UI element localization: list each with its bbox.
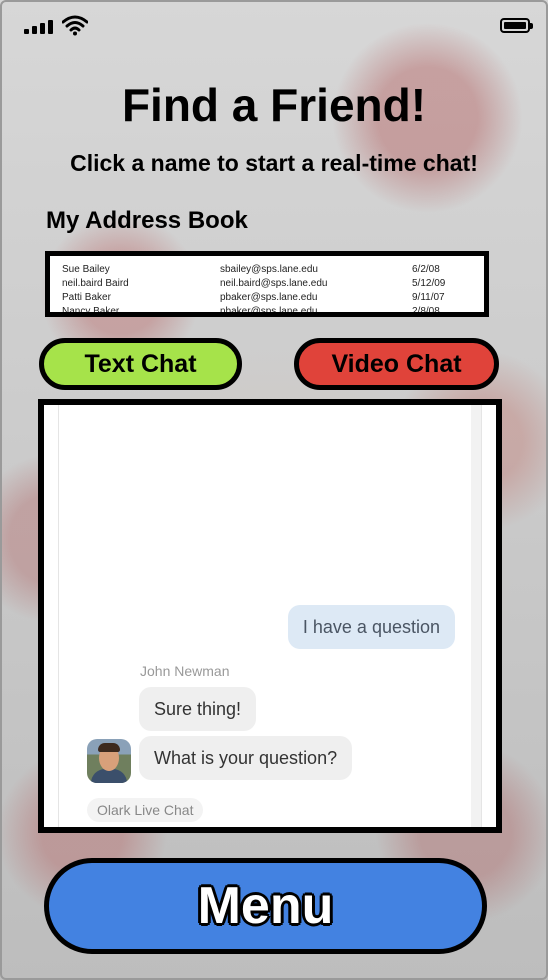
menu-button-label: Menu: [197, 877, 334, 935]
video-chat-button[interactable]: Video Chat: [294, 338, 499, 390]
agent-message-bubble: Sure thing!: [139, 687, 257, 731]
chat-transcript[interactable]: I have a question John Newman Sure thing…: [58, 405, 482, 827]
agent-name: John Newman: [140, 663, 230, 679]
menu-button[interactable]: Menu: [44, 858, 487, 954]
agent-message-bubble: What is your question?: [139, 736, 353, 780]
contact-date: 9/11/07: [412, 292, 445, 303]
contact-row[interactable]: neil.baird Baird neil.baird@sps.lane.edu…: [50, 276, 484, 290]
contact-email: sbailey@sps.lane.edu: [220, 264, 318, 275]
contact-date: 6/2/08: [412, 264, 440, 275]
status-bar: [24, 14, 533, 40]
text-chat-button[interactable]: Text Chat: [39, 338, 242, 390]
contact-email: nbaker@sps.lane.edu: [220, 306, 318, 317]
page-title: Find a Friend!: [121, 79, 427, 131]
contact-name: neil.baird Baird: [62, 278, 129, 289]
battery-icon: [500, 18, 533, 33]
contact-date: 5/12/09: [412, 278, 446, 289]
user-message-bubble: I have a question: [287, 605, 455, 649]
contact-date: 2/8/08: [412, 306, 440, 317]
contact-name: Patti Baker: [62, 292, 111, 303]
contact-row[interactable]: Patti Baker pbaker@sps.lane.edu 9/11/07: [50, 290, 484, 304]
contact-email: pbaker@sps.lane.edu: [220, 292, 318, 303]
chat-scrollbar[interactable]: [471, 405, 481, 827]
contact-name: Nancy Baker: [62, 306, 120, 317]
agent-avatar: [87, 739, 131, 783]
address-book-title: My Address Book: [46, 207, 248, 234]
olark-branding-link[interactable]: Olark Live Chat: [87, 798, 204, 822]
address-book-list[interactable]: Sue Bailey sbailey@sps.lane.edu 6/2/08 n…: [45, 251, 489, 317]
contact-row[interactable]: Nancy Baker nbaker@sps.lane.edu 2/8/08: [50, 304, 484, 317]
contact-row[interactable]: Sue Bailey sbailey@sps.lane.edu 6/2/08: [50, 262, 484, 276]
page-subtitle: Click a name to start a real-time chat!: [70, 150, 478, 176]
contact-email: neil.baird@sps.lane.edu: [220, 278, 328, 289]
signal-icon: [24, 18, 53, 34]
contact-name: Sue Bailey: [62, 264, 110, 275]
chat-window[interactable]: I have a question John Newman Sure thing…: [38, 399, 502, 833]
wifi-icon: [62, 15, 88, 36]
